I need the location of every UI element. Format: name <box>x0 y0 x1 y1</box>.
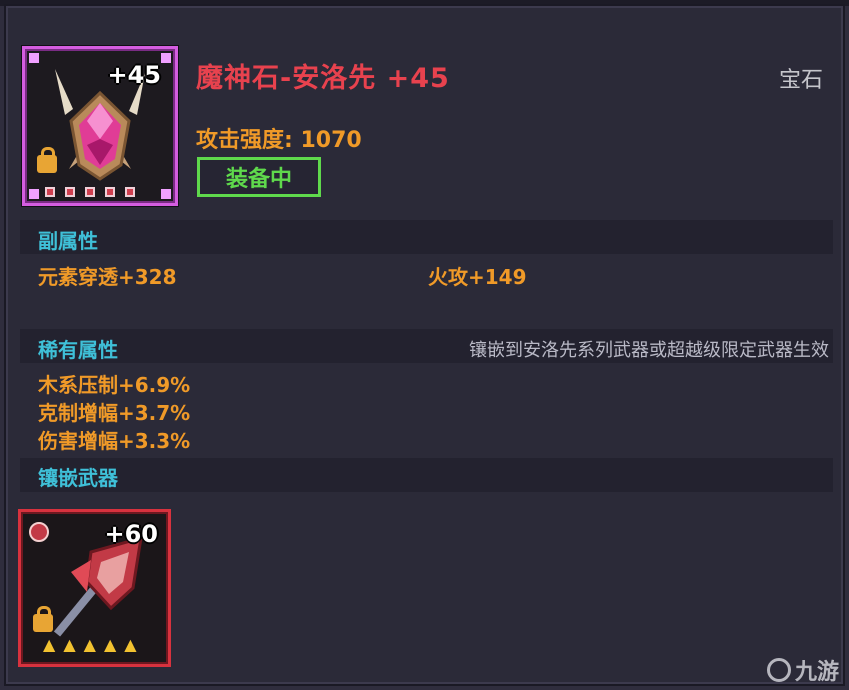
star-icon: ▲ <box>124 635 137 654</box>
secondary-stat: 火攻+149 <box>428 265 527 289</box>
equipped-badge: 装备中 <box>197 157 321 197</box>
rare-attributes-note: 镶嵌到安洛先系列武器或超越级限定武器生效 <box>469 340 829 361</box>
lock-icon <box>33 606 53 632</box>
gem-icon-frame[interactable]: +45 <box>22 46 178 206</box>
star-icon: ▲ <box>83 635 96 654</box>
secondary-stat: 元素穿透+328 <box>38 265 177 289</box>
rare-attributes-title: 稀有属性 <box>38 338 118 362</box>
weapon-star-rating: ▲ ▲ ▲ ▲ ▲ <box>43 635 137 654</box>
lock-icon <box>37 147 57 173</box>
gem-level-badge: +45 <box>107 61 161 89</box>
watermark: 九游 <box>766 654 839 686</box>
item-title: 魔神石-安洛先 +45 <box>196 63 450 94</box>
watermark-text: 九游 <box>794 660 839 685</box>
watermark-logo-icon <box>766 658 791 682</box>
section-bar-inlaid <box>20 458 833 492</box>
star-icon: ▲ <box>43 635 56 654</box>
rare-stat: 伤害增幅+3.3% <box>38 429 191 453</box>
section-bar-secondary <box>20 220 833 254</box>
attack-power: 攻击强度: 1070 <box>196 128 362 153</box>
star-icon: ▲ <box>63 635 76 654</box>
weapon-icon-frame[interactable]: +60 ▲ ▲ ▲ ▲ ▲ <box>18 509 171 667</box>
star-icon: ▲ <box>103 635 117 654</box>
inlaid-weapon-title: 镶嵌武器 <box>38 466 118 490</box>
weapon-level-badge: +60 <box>104 520 158 548</box>
secondary-attributes-title: 副属性 <box>38 229 98 253</box>
item-type-label: 宝石 <box>778 68 823 93</box>
gem-slot-dots <box>45 187 135 197</box>
rare-stat: 克制增幅+3.7% <box>38 401 191 425</box>
rare-stat: 木系压制+6.9% <box>38 373 191 397</box>
